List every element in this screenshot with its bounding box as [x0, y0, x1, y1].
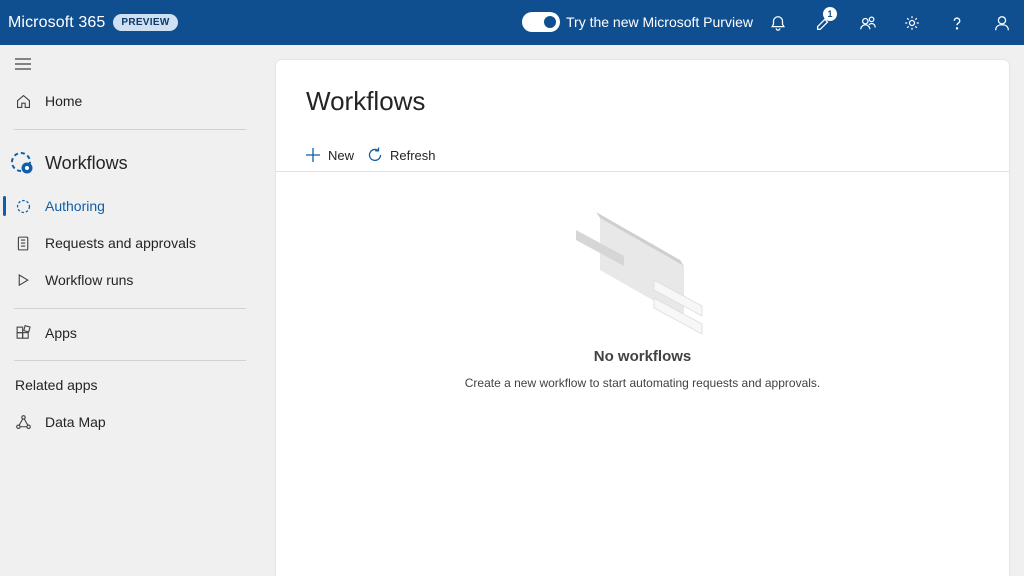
checklist-icon	[14, 234, 32, 252]
refresh-button-label: Refresh	[390, 147, 436, 163]
main-content-card: Workflows New Refresh No workflows Creat…	[276, 60, 1009, 576]
home-icon	[14, 92, 32, 110]
section-title-workflows: Workflows	[45, 153, 128, 173]
active-indicator	[3, 196, 6, 216]
sidebar-item-label: Authoring	[45, 198, 105, 214]
apps-icon	[14, 324, 32, 342]
sidebar-divider	[14, 308, 246, 309]
data-map-icon	[14, 413, 32, 431]
sidebar-divider	[14, 360, 246, 361]
sidebar-item-label: Home	[45, 93, 83, 109]
refresh-icon	[368, 147, 382, 162]
notification-count-badge: 1	[823, 7, 837, 21]
command-bar-divider	[276, 171, 1009, 172]
sidebar-item-apps[interactable]: Apps	[0, 318, 262, 348]
page-title: Workflows	[306, 86, 426, 116]
sidebar-item-label: Requests and approvals	[45, 235, 196, 251]
related-apps-heading: Related apps	[15, 377, 98, 393]
plus-icon	[306, 148, 320, 162]
purview-toggle-label: Try the new Microsoft Purview	[566, 14, 753, 30]
app-title[interactable]: Microsoft 365	[8, 14, 105, 32]
new-button-label: New	[328, 147, 355, 163]
purview-toggle[interactable]	[522, 12, 560, 32]
sidebar-item-data-map[interactable]: Data Map	[0, 407, 262, 437]
sidebar-item-home[interactable]: Home	[0, 86, 262, 116]
sidebar-item-workflow-runs[interactable]: Workflow runs	[0, 265, 262, 295]
refresh-button[interactable]: Refresh	[366, 144, 436, 166]
empty-state-title: No workflows	[593, 348, 692, 365]
hamburger-menu-icon[interactable]	[14, 57, 32, 71]
empty-state-description: Create a new workflow to start automatin…	[464, 376, 821, 390]
announcement-icon[interactable]: 1	[811, 7, 837, 35]
play-icon	[14, 271, 32, 289]
preview-badge: PREVIEW	[113, 14, 178, 31]
top-bar: Microsoft 365 PREVIEW Try the new Micros…	[0, 0, 1024, 45]
sidebar-item-label: Data Map	[45, 414, 106, 430]
purview-toggle-group: Try the new Microsoft Purview	[522, 12, 753, 32]
gear-icon[interactable]	[900, 11, 924, 35]
sidebar-item-requests-and-approvals[interactable]: Requests and approvals	[0, 228, 262, 258]
sidebar-item-label: Apps	[45, 325, 77, 341]
sidebar: Home Workflows Authoring Requests and ap…	[0, 45, 262, 576]
empty-state-illustration-icon	[572, 208, 712, 338]
people-connect-icon[interactable]	[856, 11, 880, 35]
account-icon[interactable]	[990, 11, 1014, 35]
sidebar-item-authoring[interactable]: Authoring	[0, 191, 262, 221]
workflows-icon	[8, 149, 36, 177]
help-icon[interactable]	[945, 11, 969, 35]
authoring-icon	[14, 197, 32, 215]
bell-icon[interactable]	[766, 11, 790, 35]
sidebar-divider	[14, 129, 246, 130]
sidebar-item-label: Workflow runs	[45, 272, 134, 288]
new-button[interactable]: New	[304, 144, 354, 166]
